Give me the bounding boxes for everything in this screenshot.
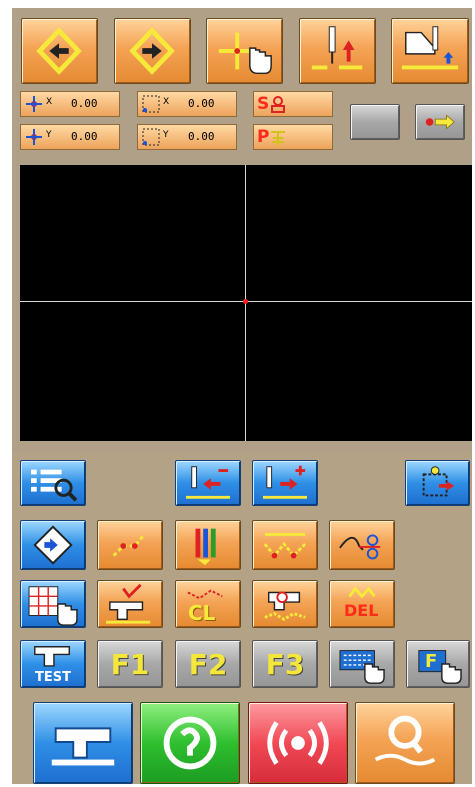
rel-y-icon: Y	[142, 128, 169, 146]
zigzag-stitch-icon	[263, 533, 307, 559]
zigzag-button[interactable]	[252, 520, 318, 570]
delete-label: DEL	[344, 601, 379, 620]
rel-x-field: X 0.00	[137, 91, 237, 117]
pattern-display[interactable]	[20, 165, 472, 441]
svg-text:X: X	[46, 97, 52, 107]
sewing-machine-icon	[51, 727, 115, 766]
clear-button[interactable]: CL	[175, 580, 241, 628]
test-button[interactable]: TEST	[20, 640, 86, 688]
rel-x-value: 0.00	[188, 97, 215, 110]
presser-foot-icon	[401, 26, 459, 70]
f2-label: F2	[188, 647, 228, 681]
sewing-control-panel: X 0.00 Y 0.00 X 0.00 Y 0.00 S P CL DEL T…	[0, 0, 475, 787]
speed-field: S	[253, 91, 333, 117]
needle-up-icon	[311, 26, 363, 70]
fn-label: F	[425, 651, 438, 672]
fn-hand-icon	[418, 650, 462, 684]
info-circle-icon	[163, 716, 217, 770]
info-mode-button[interactable]	[140, 702, 240, 784]
machine-check-icon	[106, 583, 151, 624]
crosshair-hand-icon	[218, 32, 272, 75]
needle-plus-icon	[263, 465, 307, 499]
stitch-machine-icon	[264, 591, 306, 622]
prev-button[interactable]	[21, 18, 98, 84]
test-label: TEST	[35, 670, 71, 685]
rel-y-field: Y 0.00	[137, 124, 237, 150]
rel-x-icon: X	[142, 95, 169, 113]
svg-text:Y: Y	[162, 130, 169, 140]
speed-label: S	[257, 94, 270, 114]
list-search-icon	[31, 469, 78, 502]
f3-button[interactable]: F3	[252, 640, 318, 688]
sewing-mode-button[interactable]	[33, 702, 133, 784]
svg-text:Y: Y	[45, 130, 52, 140]
presser-level-icon	[271, 131, 285, 146]
coord-y-value: 0.00	[71, 130, 98, 143]
communication-button[interactable]	[248, 702, 348, 784]
speed-icon	[271, 96, 285, 113]
search-mode-button[interactable]	[355, 702, 455, 784]
arrow-right-icon	[129, 27, 175, 75]
keyboard-button[interactable]	[329, 640, 395, 688]
presser-label: P	[257, 127, 270, 147]
presser-foot-button[interactable]	[391, 18, 469, 84]
point-arrow-icon	[425, 114, 455, 130]
move-y-icon: Y	[26, 129, 52, 145]
pattern-list-button[interactable]	[20, 460, 86, 506]
trim-thread-button[interactable]	[329, 520, 395, 570]
svg-text:X: X	[163, 97, 169, 107]
thread-colors-icon	[195, 528, 216, 566]
clear-label: CL	[188, 601, 216, 625]
coord-x-value: 0.00	[71, 97, 98, 110]
f2-button[interactable]: F2	[175, 640, 241, 688]
arrow-left-icon	[36, 27, 82, 75]
needle-right-button[interactable]	[252, 460, 318, 506]
search-icon	[374, 715, 436, 766]
needle-up-button[interactable]	[299, 18, 376, 84]
keyboard-hand-icon	[339, 650, 385, 684]
fn-button[interactable]: F	[406, 640, 470, 688]
rel-y-value: 0.00	[188, 130, 215, 143]
blank-button[interactable]	[350, 104, 400, 140]
grid-hand-icon	[28, 586, 78, 626]
machine-check-button[interactable]	[97, 580, 163, 628]
f3-label: F3	[265, 647, 305, 681]
info-button[interactable]	[20, 520, 86, 570]
scissors-icon	[339, 534, 381, 560]
origin-point	[243, 299, 248, 304]
frame-return-icon	[422, 466, 455, 497]
move-x-icon: X	[26, 96, 52, 112]
info-diamond-icon	[33, 525, 73, 565]
next-button[interactable]	[114, 18, 191, 84]
coord-x-field: X 0.00	[20, 91, 120, 117]
needle-left-button[interactable]	[175, 460, 241, 506]
f1-button[interactable]: F1	[97, 640, 163, 688]
signal-icon	[267, 721, 329, 765]
coord-y-field: Y 0.00	[20, 124, 120, 150]
origin-return-button[interactable]	[405, 460, 470, 506]
jump-button[interactable]	[415, 104, 465, 140]
stitch-setting-button[interactable]	[252, 580, 318, 628]
stitch-diagonal-icon	[112, 533, 146, 557]
needle-minus-icon	[186, 466, 230, 499]
set-origin-button[interactable]	[206, 18, 283, 84]
stitch-point-button[interactable]	[97, 520, 163, 570]
delete-button[interactable]: DEL	[329, 580, 395, 628]
f1-label: F1	[110, 647, 150, 681]
presser-field: P	[253, 124, 333, 150]
thread-color-button[interactable]	[175, 520, 241, 570]
pattern-grid-button[interactable]	[20, 580, 86, 628]
